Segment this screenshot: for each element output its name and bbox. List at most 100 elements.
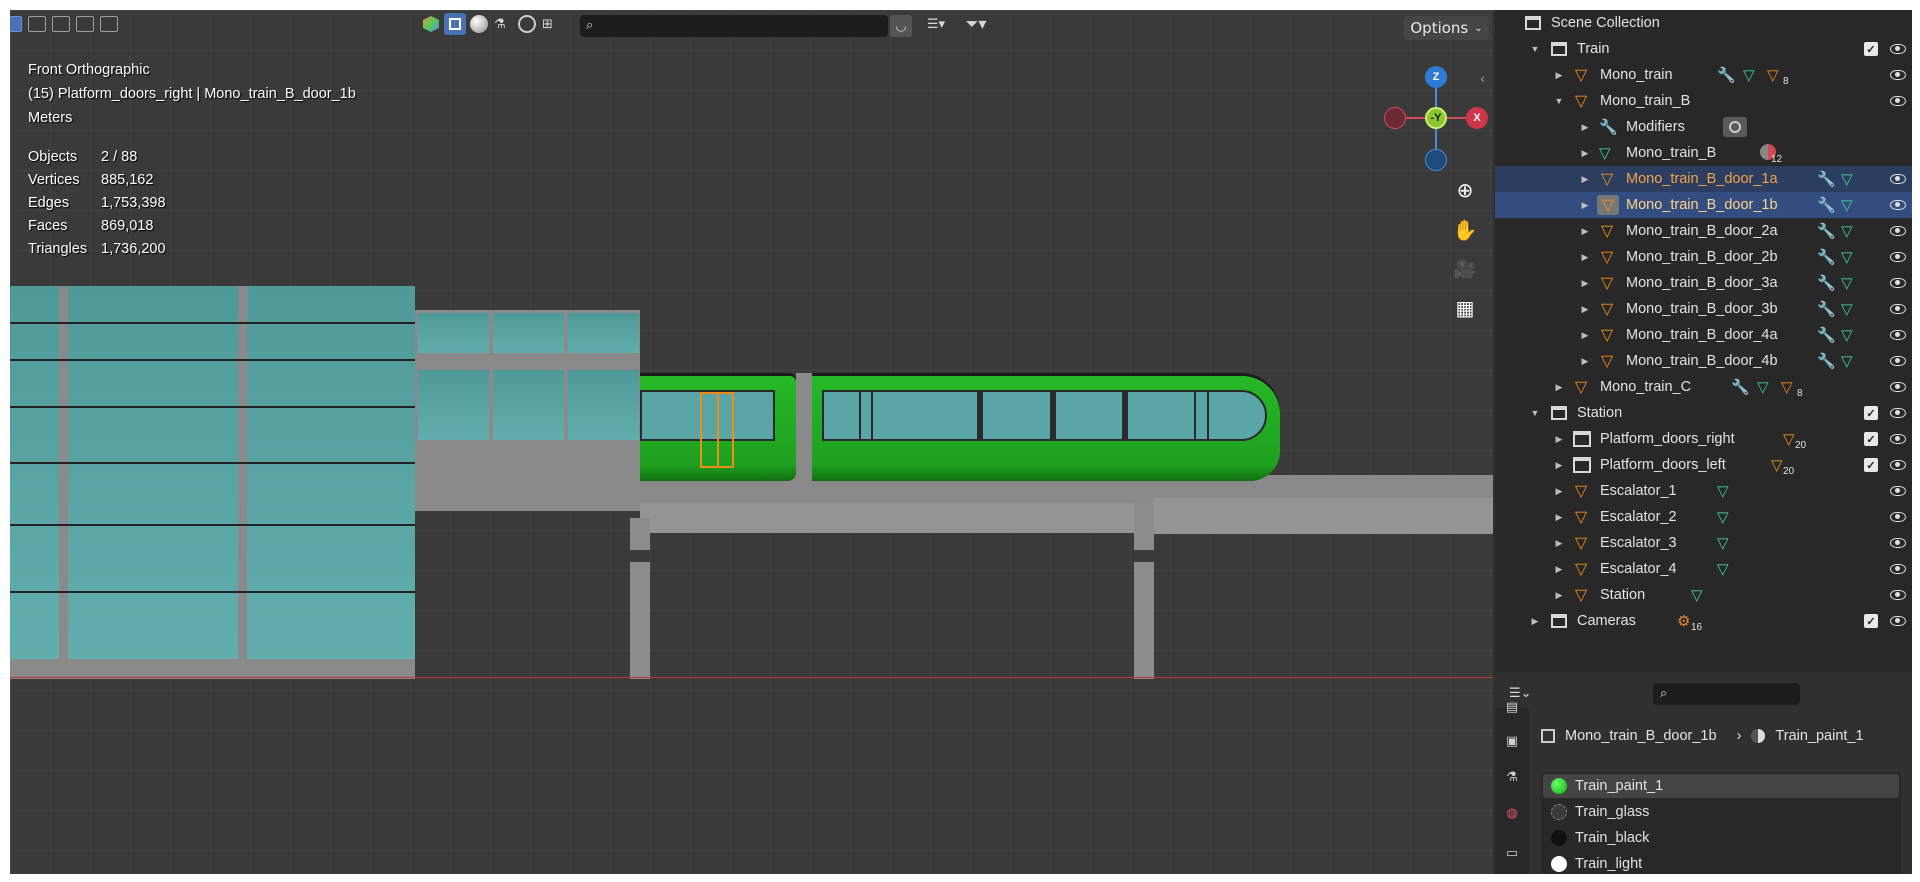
outliner-row[interactable]: ▶ ▽ Station ▽ <box>1495 582 1912 608</box>
mesh-data-icon[interactable]: ▽ <box>1717 534 1729 552</box>
pan-hand-icon[interactable]: ✋ <box>1448 213 1482 247</box>
children-icon[interactable]: ▽ <box>1767 66 1779 84</box>
select-mode-subtract-button[interactable] <box>52 16 70 32</box>
properties-panel[interactable]: ☰⌄ ⌕ ▤ ▣ ⚗ ◍ ▭ Mono_train_B_door_1b › Tr… <box>1495 674 1912 874</box>
mesh-data-icon[interactable]: ▽ <box>1691 586 1703 604</box>
modifier-wrench-icon[interactable]: 🔧 <box>1817 248 1836 266</box>
outliner-row[interactable]: ▼ ▽ Mono_train_B <box>1495 88 1912 114</box>
overlay-dropdown-button[interactable]: ◡ <box>890 15 912 37</box>
gizmo-neg-x-button[interactable] <box>1384 107 1406 129</box>
gizmo-x-button[interactable]: X <box>1466 107 1488 129</box>
visibility-eye-icon[interactable] <box>1890 70 1906 80</box>
visibility-eye-icon[interactable] <box>1890 226 1906 236</box>
exclude-checkbox[interactable]: ✓ <box>1864 42 1878 56</box>
modifier-wrench-icon[interactable]: 🔧 <box>1817 326 1836 344</box>
modifier-wrench-icon[interactable]: 🔧 <box>1817 170 1836 188</box>
outliner-row[interactable]: ▼ Station ✓ <box>1495 400 1912 426</box>
sidebar-collapse-icon[interactable]: ‹ <box>1480 72 1485 86</box>
collapse-arrow-icon[interactable]: ▶ <box>1553 564 1565 575</box>
outliner-row[interactable]: ▶ ▽ Escalator_2 ▽ <box>1495 504 1912 530</box>
outliner-row[interactable]: ▶ ▽ Mono_train 🔧 ▽ ▽ 8 <box>1495 62 1912 88</box>
solid-shading-icon[interactable] <box>470 15 488 33</box>
collapse-arrow-icon[interactable]: ▶ <box>1553 460 1565 471</box>
modifier-wrench-icon[interactable]: 🔧 <box>1731 378 1750 396</box>
camera-objects-icon[interactable]: ⚙ <box>1677 612 1690 630</box>
mesh-data-icon[interactable]: ▽ <box>1841 352 1853 370</box>
visibility-eye-icon[interactable] <box>1890 616 1906 626</box>
collapse-arrow-icon[interactable]: ▶ <box>1529 616 1541 627</box>
collapse-arrow-icon[interactable]: ▶ <box>1579 278 1591 289</box>
visibility-eye-icon[interactable] <box>1890 252 1906 262</box>
outliner-root-row[interactable]: Scene Collection <box>1495 10 1912 36</box>
gizmo-toggle-icon[interactable]: ⊞ <box>542 15 553 33</box>
outliner-row[interactable]: ▶ ▽ Mono_train_B_door_2b 🔧 ▽ <box>1495 244 1912 270</box>
visibility-eye-icon[interactable] <box>1890 434 1906 444</box>
expand-arrow-icon[interactable]: ▼ <box>1553 96 1565 106</box>
outliner-row[interactable]: ▶ Cameras ⚙ 16 ✓ <box>1495 608 1912 634</box>
selectable-checkbox[interactable]: ✓ <box>1864 458 1878 472</box>
mesh-data-icon[interactable]: ▽ <box>1757 378 1769 396</box>
gizmo-neg-z-button[interactable] <box>1425 149 1447 171</box>
collapse-arrow-icon[interactable]: ▶ <box>1553 434 1565 445</box>
outliner-row[interactable]: ▼ Train ✓ <box>1495 36 1912 62</box>
visibility-eye-icon[interactable] <box>1890 486 1906 496</box>
outliner-row[interactable]: ▶ Platform_doors_right ▽ 20 ✓ <box>1495 426 1912 452</box>
visibility-eye-icon[interactable] <box>1890 590 1906 600</box>
expand-arrow-icon[interactable]: ▼ <box>1529 408 1541 418</box>
visibility-eye-icon[interactable] <box>1890 564 1906 574</box>
visibility-eye-icon[interactable] <box>1890 330 1906 340</box>
3d-viewport[interactable]: ⚗ ⊞ ⌕ ◡ ☰▾ ⏷▾ Options ⌄ Front Orthograph… <box>10 10 1493 874</box>
visibility-eye-icon[interactable] <box>1890 200 1906 210</box>
children-icon[interactable]: ▽ <box>1781 378 1793 396</box>
selectability-toggle-button[interactable] <box>444 13 466 35</box>
outliner-row[interactable]: ▶ ▽ Escalator_3 ▽ <box>1495 530 1912 556</box>
outliner-row[interactable]: ▶ Platform_doors_left ▽ 20 ✓ <box>1495 452 1912 478</box>
collapse-arrow-icon[interactable]: ▶ <box>1553 590 1565 601</box>
station-building[interactable] <box>10 286 415 679</box>
collapse-arrow-icon[interactable]: ▶ <box>1579 330 1591 341</box>
collapse-arrow-icon[interactable]: ▶ <box>1579 122 1591 133</box>
modifier-wrench-icon[interactable]: 🔧 <box>1817 196 1836 214</box>
gizmo-z-button[interactable]: Z <box>1425 66 1447 88</box>
modifier-wrench-icon[interactable]: 🔧 <box>1817 300 1836 318</box>
selectable-checkbox[interactable]: ✓ <box>1864 432 1878 446</box>
scene-tab-icon[interactable]: ◍ <box>1503 804 1521 822</box>
visibility-eye-icon[interactable] <box>1890 96 1906 106</box>
selected-door-outline[interactable] <box>700 392 734 468</box>
visibility-eye-icon[interactable] <box>1890 408 1906 418</box>
visibility-eye-icon[interactable] <box>1890 174 1906 184</box>
modifier-wrench-icon[interactable]: 🔧 <box>1817 352 1836 370</box>
mesh-data-icon[interactable]: ▽ <box>1743 66 1755 84</box>
train-car-2[interactable] <box>812 373 1280 481</box>
collapse-arrow-icon[interactable]: ▶ <box>1553 70 1565 81</box>
world-tab-icon[interactable]: ▭ <box>1503 844 1521 862</box>
zoom-icon[interactable]: ⊕ <box>1448 173 1482 207</box>
mesh-data-icon[interactable]: ▽ <box>1841 248 1853 266</box>
visibility-eye-icon[interactable] <box>1890 278 1906 288</box>
collapse-arrow-icon[interactable]: ▶ <box>1553 538 1565 549</box>
expand-arrow-icon[interactable]: ▼ <box>1529 44 1541 54</box>
mesh-data-icon[interactable]: ▽ <box>1717 482 1729 500</box>
material-slot-list[interactable]: Train_paint_1 Train_glass Train_black Tr… <box>1541 772 1901 874</box>
outliner-row[interactable]: ▶ ▽ Mono_train_B 12 <box>1495 140 1912 166</box>
mesh-data-icon[interactable]: ▽ <box>1841 196 1853 214</box>
properties-search-input[interactable]: ⌕ <box>1653 683 1800 705</box>
outliner-row[interactable]: ▶ ▽ Escalator_4 ▽ <box>1495 556 1912 582</box>
mesh-data-icon[interactable]: ▽ <box>1717 508 1729 526</box>
collapse-arrow-icon[interactable]: ▶ <box>1579 148 1591 159</box>
camera-view-icon[interactable]: 🎥 <box>1448 252 1482 286</box>
mesh-data-icon[interactable]: ▽ <box>1841 274 1853 292</box>
outliner-panel[interactable]: Scene Collection ▼ Train ✓ ▶ ▽ Mono_trai… <box>1495 10 1912 672</box>
exclude-checkbox[interactable]: ✓ <box>1864 614 1878 628</box>
visibility-eye-icon[interactable] <box>1890 356 1906 366</box>
viewport-search-input[interactable]: ⌕ <box>580 15 888 37</box>
mesh-data-icon[interactable]: ▽ <box>1841 170 1853 188</box>
visibility-eye-icon[interactable] <box>1890 382 1906 392</box>
material-preview-icon[interactable]: ⚗ <box>494 15 506 33</box>
children-icon[interactable]: ▽ <box>1771 456 1783 474</box>
modifier-wrench-icon[interactable]: 🔧 <box>1817 274 1836 292</box>
select-mode-invert-button[interactable] <box>76 16 94 32</box>
outliner-row[interactable]: ▶ ▽ Mono_train_B_door_3b 🔧 ▽ <box>1495 296 1912 322</box>
outliner-row[interactable]: ▶ ▽ Escalator_1 ▽ <box>1495 478 1912 504</box>
outliner-row-active[interactable]: ▶ ▽ Mono_train_B_door_1b 🔧 ▽ <box>1495 192 1912 218</box>
